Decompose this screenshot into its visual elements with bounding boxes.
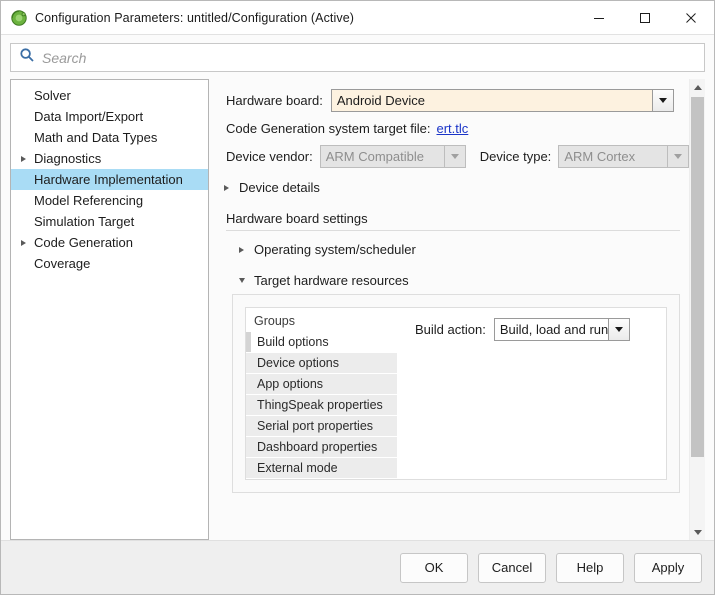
build-action-label: Build action: (415, 322, 486, 337)
group-item-device-options[interactable]: Device options (246, 353, 397, 374)
operating-system-label: Operating system/scheduler (254, 242, 416, 257)
tree-item-code-generation[interactable]: Code Generation (11, 232, 208, 253)
simulink-icon (10, 9, 28, 27)
system-target-file-row: Code Generation system target file: ert.… (226, 121, 689, 136)
group-item-thingspeak-properties[interactable]: ThingSpeak properties (246, 395, 397, 416)
hardware-board-label: Hardware board: (226, 93, 323, 108)
tree-item-label: Hardware Implementation (34, 172, 183, 187)
build-action-combo[interactable]: Build, load and run (494, 318, 630, 341)
tree-item-label: Data Import/Export (34, 109, 143, 124)
dialog-footer: OK Cancel Help Apply (1, 540, 714, 594)
tree-item-label: Solver (34, 88, 71, 103)
maximize-button[interactable] (622, 1, 668, 34)
group-item-app-options[interactable]: App options (246, 374, 397, 395)
cancel-button[interactable]: Cancel (478, 553, 546, 583)
chevron-down-icon[interactable] (608, 318, 630, 341)
tree-item-simulation-target[interactable]: Simulation Target (11, 211, 208, 232)
device-vendor-type-row: Device vendor: ARM Compatible Device typ… (226, 145, 689, 168)
search-area (1, 35, 714, 79)
tree-item-model-referencing[interactable]: Model Referencing (11, 190, 208, 211)
scrollbar-track[interactable] (690, 95, 705, 524)
title-bar: Configuration Parameters: untitled/Confi… (1, 1, 714, 35)
close-button[interactable] (668, 1, 714, 34)
system-target-file-link[interactable]: ert.tlc (437, 121, 469, 136)
hardware-board-row: Hardware board: Android Device (226, 89, 689, 112)
group-item-build-options[interactable]: Build options (246, 332, 397, 353)
window-title: Configuration Parameters: untitled/Confi… (35, 11, 354, 25)
groups-container: Groups Build options Device options App … (245, 307, 667, 480)
build-action-value: Build, load and run (494, 318, 608, 341)
operating-system-expander[interactable]: Operating system/scheduler (239, 242, 689, 257)
tree-item-math-and-data-types[interactable]: Math and Data Types (11, 127, 208, 148)
device-type-value: ARM Cortex (558, 145, 667, 168)
chevron-right-icon[interactable] (224, 185, 239, 191)
minimize-button[interactable] (576, 1, 622, 34)
scrollbar-thumb[interactable] (691, 97, 704, 457)
groups-list[interactable]: Groups Build options Device options App … (246, 308, 397, 479)
device-type-combo: ARM Cortex (558, 145, 689, 168)
chevron-down-icon (667, 145, 689, 168)
tree-item-hardware-implementation[interactable]: Hardware Implementation (11, 169, 208, 190)
chevron-down-icon[interactable] (652, 89, 674, 112)
search-box[interactable] (10, 43, 705, 72)
tree-item-label: Model Referencing (34, 193, 143, 208)
group-item-label: Serial port properties (257, 419, 373, 433)
help-button[interactable]: Help (556, 553, 624, 583)
device-details-expander[interactable]: Device details (224, 180, 689, 195)
device-vendor-value: ARM Compatible (320, 145, 444, 168)
configuration-parameters-dialog: Configuration Parameters: untitled/Confi… (0, 0, 715, 595)
target-hardware-resources-label: Target hardware resources (254, 273, 409, 288)
device-type-label: Device type: (480, 149, 552, 164)
settings-pane: Hardware board: Android Device Code Gene… (209, 79, 689, 540)
group-item-label: App options (257, 377, 323, 391)
group-item-label: External mode (257, 461, 338, 475)
group-item-label: Dashboard properties (257, 440, 377, 454)
group-item-dashboard-properties[interactable]: Dashboard properties (246, 437, 397, 458)
device-details-label: Device details (239, 180, 320, 195)
search-input[interactable] (42, 50, 659, 66)
tree-item-label: Coverage (34, 256, 90, 271)
ok-button[interactable]: OK (400, 553, 468, 583)
group-item-external-mode[interactable]: External mode (246, 458, 397, 479)
tree-item-label: Code Generation (34, 235, 133, 250)
tree-item-diagnostics[interactable]: Diagnostics (11, 148, 208, 169)
settings-tree[interactable]: Solver Data Import/Export Math and Data … (10, 79, 209, 540)
chevron-down-icon[interactable] (239, 278, 254, 283)
group-item-serial-port-properties[interactable]: Serial port properties (246, 416, 397, 437)
search-icon (19, 47, 35, 68)
system-target-file-label: Code Generation system target file: (226, 121, 431, 136)
target-hardware-resources-panel: Groups Build options Device options App … (232, 294, 680, 493)
apply-button[interactable]: Apply (634, 553, 702, 583)
tree-item-label: Diagnostics (34, 151, 101, 166)
tree-item-solver[interactable]: Solver (11, 85, 208, 106)
chevron-right-icon[interactable] (21, 240, 34, 246)
dialog-body: Solver Data Import/Export Math and Data … (1, 79, 714, 540)
hardware-board-value: Android Device (331, 89, 652, 112)
hardware-board-settings-heading: Hardware board settings (226, 211, 680, 231)
chevron-right-icon[interactable] (239, 247, 254, 253)
content-scrollbar[interactable] (689, 79, 705, 540)
build-action-row: Build action: Build, load and run (415, 318, 666, 341)
scroll-down-button[interactable] (690, 524, 705, 540)
chevron-right-icon[interactable] (21, 156, 34, 162)
device-vendor-combo: ARM Compatible (320, 145, 466, 168)
window-controls (576, 1, 714, 34)
device-vendor-label: Device vendor: (226, 149, 313, 164)
hardware-board-combo[interactable]: Android Device (331, 89, 674, 112)
group-item-label: Device options (257, 356, 339, 370)
target-hardware-resources-expander[interactable]: Target hardware resources (239, 273, 689, 288)
tree-item-label: Simulation Target (34, 214, 134, 229)
chevron-down-icon (444, 145, 466, 168)
group-item-label: Build options (257, 335, 329, 349)
content-area: Hardware board: Android Device Code Gene… (209, 79, 705, 540)
scroll-up-button[interactable] (690, 79, 705, 95)
tree-item-coverage[interactable]: Coverage (11, 253, 208, 274)
group-detail-pane: Build action: Build, load and run (397, 308, 666, 479)
tree-item-data-import-export[interactable]: Data Import/Export (11, 106, 208, 127)
group-item-label: ThingSpeak properties (257, 398, 383, 412)
groups-title: Groups (246, 314, 397, 332)
tree-item-label: Math and Data Types (34, 130, 157, 145)
